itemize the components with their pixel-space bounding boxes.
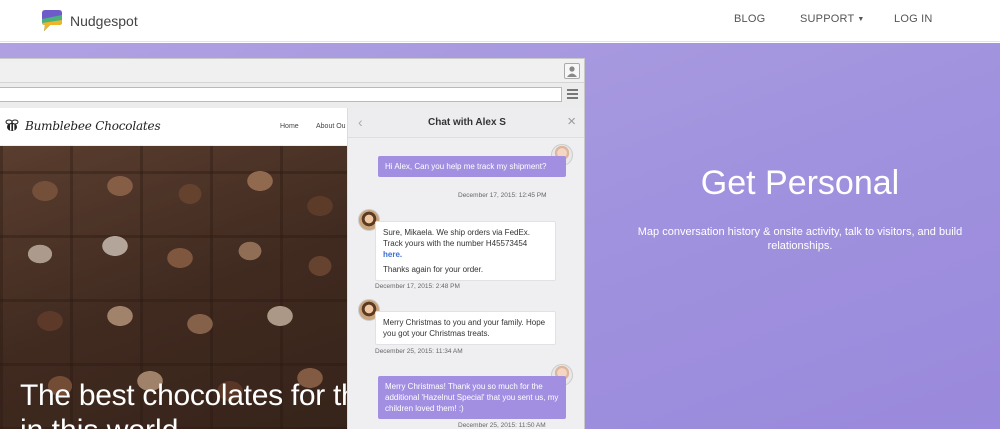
chat-message-text: Merry Christmas to you and your family. … xyxy=(383,318,546,338)
close-icon: × xyxy=(567,113,576,130)
brand-name: Nudgespot xyxy=(70,13,138,29)
nav-blog-link[interactable]: BLOG xyxy=(734,13,765,25)
chat-message: Merry Christmas! Thank you so much for t… xyxy=(378,376,566,419)
chat-message-text: Sure, Mikaela. We ship orders via FedEx.… xyxy=(383,228,531,248)
browser-viewport: Bumblebee Chocolates Home About Ou The b… xyxy=(0,108,584,429)
chat-panel: ‹ Chat with Alex S × Hi Alex, Can you he… xyxy=(347,108,584,429)
message-timestamp: December 25, 2015: 11:50 AM xyxy=(458,422,546,429)
chat-message-text: Hi Alex, Can you help me track my shipme… xyxy=(385,162,547,171)
browser-url-bar xyxy=(0,87,562,102)
site-nav-about: About Ou xyxy=(316,123,346,130)
hero-title: Get Personal xyxy=(700,164,900,202)
browser-tabbar xyxy=(0,59,584,83)
chat-message: Merry Christmas to you and your family. … xyxy=(375,311,556,345)
chat-title: Chat with Alex S xyxy=(428,117,506,128)
chat-message: Sure, Mikaela. We ship orders via FedEx.… xyxy=(375,221,556,281)
message-timestamp: December 25, 2015: 11:34 AM xyxy=(375,348,463,355)
nav-support-dropdown[interactable]: SUPPORT ▼ xyxy=(800,13,865,25)
nav-support-label: SUPPORT xyxy=(800,13,855,25)
site-nav-home: Home xyxy=(280,123,299,130)
chocolate-hero-image: The best chocolates for th in this world… xyxy=(0,146,347,429)
menu-icon xyxy=(567,89,578,99)
message-timestamp: December 17, 2015: 2:48 PM xyxy=(375,283,460,290)
browser-mockup: Bumblebee Chocolates Home About Ou The b… xyxy=(0,58,585,429)
caret-down-icon: ▼ xyxy=(857,16,865,23)
nav-login-link[interactable]: LOG IN xyxy=(894,13,933,25)
chat-message-text: Merry Christmas! Thank you so much for t… xyxy=(385,382,559,413)
chat-header: ‹ Chat with Alex S × xyxy=(348,108,584,138)
bee-icon xyxy=(4,119,20,138)
brand[interactable]: Nudgespot xyxy=(38,7,138,35)
top-navbar: Nudgespot BLOG SUPPORT ▼ LOG IN xyxy=(0,0,1000,42)
message-timestamp: December 17, 2015: 12:45 PM xyxy=(458,192,547,199)
chat-message: Hi Alex, Can you help me track my shipme… xyxy=(378,156,566,177)
chat-message-text-extra: Thanks again for your order. xyxy=(383,265,484,274)
site-logo: Bumblebee Chocolates xyxy=(25,119,161,133)
site-headline-line1: The best chocolates for th xyxy=(20,379,347,412)
site-header: Bumblebee Chocolates Home About Ou xyxy=(0,108,347,146)
site-headline-line2: in this world... xyxy=(20,414,203,429)
logo-icon xyxy=(38,7,66,35)
hero-description: Map conversation history & onsite activi… xyxy=(637,226,963,252)
user-icon xyxy=(564,63,580,79)
tracking-link: here. xyxy=(383,250,403,259)
